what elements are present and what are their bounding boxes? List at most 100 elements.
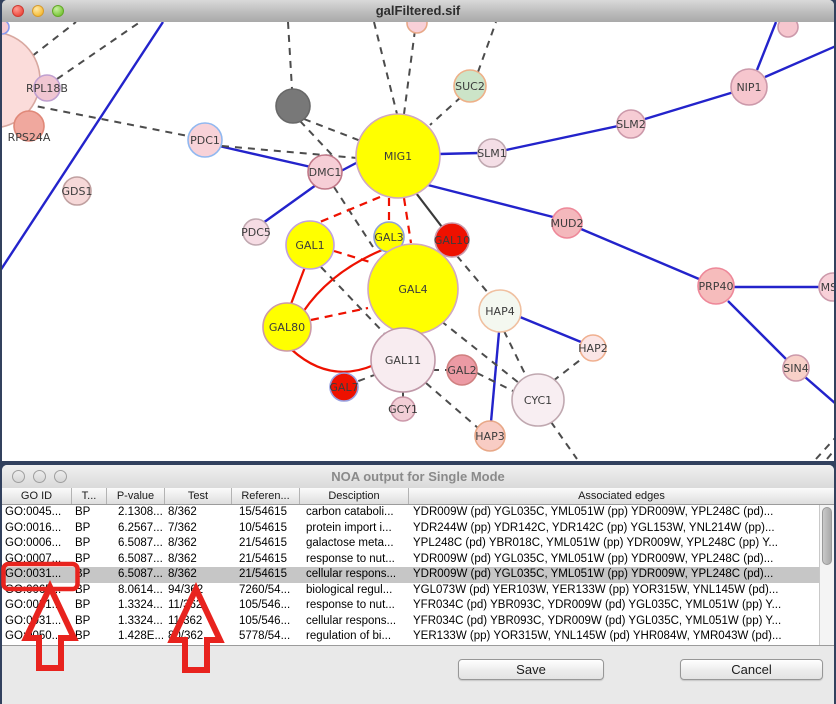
table-cell[interactable]: YFR034C (pd) YBR093C, YDR009W (pd) YGL03… (409, 614, 819, 630)
table-cell[interactable]: 5778/54... (232, 629, 300, 645)
table-cell[interactable]: YDR009W (pd) YGL035C, YML051W (pp) YDR00… (409, 552, 819, 568)
table-cell[interactable]: 1.3324... (107, 598, 165, 614)
table-cell[interactable]: cellular respons... (300, 567, 409, 583)
network-edge (263, 185, 316, 223)
table-cell[interactable]: 6.5087... (107, 536, 165, 552)
network-node[interactable] (407, 22, 427, 33)
column-header-referen[interactable]: Referen... (232, 488, 300, 504)
table-row[interactable]: GO:0006...BP6.5087...8/36221/54615galact… (2, 536, 819, 552)
table-cell[interactable]: YDR244W (pp) YDR142C, YDR142C (pp) YGL15… (409, 521, 819, 537)
table-row[interactable]: GO:0045...BP2.1308...8/36215/54615carbon… (2, 505, 819, 521)
network-edge (765, 46, 834, 77)
table-cell[interactable]: BP (72, 629, 107, 645)
network-node[interactable] (778, 22, 798, 37)
table-cell[interactable]: BP (72, 583, 107, 599)
network-node-label: HAP3 (475, 430, 504, 443)
table-cell[interactable]: 80/362 (165, 629, 232, 645)
column-header-test[interactable]: Test (165, 488, 232, 504)
table-cell[interactable]: 21/54615 (232, 552, 300, 568)
table-cell[interactable]: GO:0007... (2, 552, 72, 568)
table-cell[interactable]: BP (72, 505, 107, 521)
table-row[interactable]: GO:0031...BP1.3324...11/362105/546...cel… (2, 614, 819, 630)
table-cell[interactable]: 7/362 (165, 521, 232, 537)
table-cell[interactable]: 11/362 (165, 614, 232, 630)
table-cell[interactable]: 105/546... (232, 614, 300, 630)
table-scrollbar[interactable] (819, 505, 834, 645)
table-cell[interactable]: 8.0614... (107, 583, 165, 599)
table-cell[interactable]: biological regul... (300, 583, 409, 599)
table-cell[interactable]: regulation of bi... (300, 629, 409, 645)
table-row[interactable]: GO:0031...BP1.3324...11/362105/546...res… (2, 598, 819, 614)
table-cell[interactable]: 1.428E... (107, 629, 165, 645)
table-cell[interactable]: 11/362 (165, 598, 232, 614)
table-row[interactable]: GO:0031...BP6.5087...8/36221/54615cellul… (2, 567, 819, 583)
table-cell[interactable]: GO:0006... (2, 536, 72, 552)
table-cell[interactable]: YDR009W (pd) YGL035C, YML051W (pp) YDR00… (409, 505, 819, 521)
table-cell[interactable]: GO:0031... (2, 614, 72, 630)
table-cell[interactable]: 7260/54... (232, 583, 300, 599)
table-cell[interactable]: galactose meta... (300, 536, 409, 552)
table-cell[interactable]: BP (72, 614, 107, 630)
table-cell[interactable]: GO:0031... (2, 567, 72, 583)
network-node[interactable] (276, 89, 310, 123)
network-node-label: GAL2 (447, 364, 476, 377)
save-button[interactable]: Save (458, 659, 604, 680)
scrollbar-thumb[interactable] (822, 507, 832, 565)
table-cell[interactable]: GO:0065... (2, 583, 72, 599)
table-cell[interactable]: cellular respons... (300, 614, 409, 630)
noa-window-titlebar[interactable]: NOA output for Single Mode (2, 465, 834, 489)
table-cell[interactable]: YER133W (pp) YOR315W, YNL145W (pd) YHR08… (409, 629, 819, 645)
table-cell[interactable]: GO:0031... (2, 598, 72, 614)
column-header-goid[interactable]: GO ID (2, 488, 72, 504)
table-cell[interactable]: BP (72, 598, 107, 614)
table-cell[interactable]: BP (72, 536, 107, 552)
table-cell[interactable]: protein import i... (300, 521, 409, 537)
network-canvas[interactable]: RPL18BRPS24AGDS1PDC1DMC1MIG1PDC5SUC2SLM1… (2, 22, 834, 461)
network-edge (334, 187, 373, 247)
table-cell[interactable]: 6.5087... (107, 552, 165, 568)
table-cell[interactable]: YGL073W (pd) YER103W, YER133W (pp) YOR31… (409, 583, 819, 599)
table-cell[interactable]: response to nut... (300, 598, 409, 614)
network-node-label: DMC1 (309, 166, 342, 179)
table-cell[interactable]: BP (72, 567, 107, 583)
table-cell[interactable]: GO:0045... (2, 505, 72, 521)
network-edge (478, 22, 496, 72)
column-header-desciption[interactable]: Desciption (300, 488, 409, 504)
table-cell[interactable]: response to nut... (300, 552, 409, 568)
network-edge (457, 256, 489, 294)
table-cell[interactable]: YDR009W (pd) YGL035C, YML051W (pp) YDR00… (409, 567, 819, 583)
table-row[interactable]: GO:0050...BP1.428E...80/3625778/54...reg… (2, 629, 819, 645)
table-cell[interactable]: 15/54615 (232, 505, 300, 521)
table-row[interactable]: GO:0065...BP8.0614...94/3627260/54...bio… (2, 583, 819, 599)
table-cell[interactable]: 8/362 (165, 536, 232, 552)
table-cell[interactable]: 105/546... (232, 598, 300, 614)
table-cell[interactable]: YPL248C (pd) YBR018C, YML051W (pp) YDR00… (409, 536, 819, 552)
network-node[interactable] (2, 22, 9, 34)
table-cell[interactable]: GO:0016... (2, 521, 72, 537)
table-cell[interactable]: carbon cataboli... (300, 505, 409, 521)
table-cell[interactable]: 8/362 (165, 505, 232, 521)
column-header-t[interactable]: T... (72, 488, 107, 504)
column-header-pvalue[interactable]: P-value (107, 488, 165, 504)
table-cell[interactable]: 8/362 (165, 567, 232, 583)
table-cell[interactable]: 1.3324... (107, 614, 165, 630)
table-cell[interactable]: BP (72, 552, 107, 568)
table-cell[interactable]: GO:0050... (2, 629, 72, 645)
table-cell[interactable]: YFR034C (pd) YBR093C, YDR009W (pd) YGL03… (409, 598, 819, 614)
results-table: GO IDT...P-valueTestReferen...Desciption… (2, 488, 834, 645)
network-window-titlebar[interactable]: galFiltered.sif (2, 0, 834, 23)
table-cell[interactable]: 6.5087... (107, 567, 165, 583)
network-edge (374, 22, 397, 114)
column-header-associatededges[interactable]: Associated edges (409, 488, 834, 504)
table-cell[interactable]: 21/54615 (232, 536, 300, 552)
table-cell[interactable]: 6.2567... (107, 521, 165, 537)
table-cell[interactable]: 10/54615 (232, 521, 300, 537)
table-cell[interactable]: 2.1308... (107, 505, 165, 521)
table-row[interactable]: GO:0016...BP6.2567...7/36210/54615protei… (2, 521, 819, 537)
table-row[interactable]: GO:0007...BP6.5087...8/36221/54615respon… (2, 552, 819, 568)
table-cell[interactable]: 8/362 (165, 552, 232, 568)
table-cell[interactable]: 94/362 (165, 583, 232, 599)
table-cell[interactable]: BP (72, 521, 107, 537)
table-cell[interactable]: 21/54615 (232, 567, 300, 583)
cancel-button[interactable]: Cancel (680, 659, 823, 680)
